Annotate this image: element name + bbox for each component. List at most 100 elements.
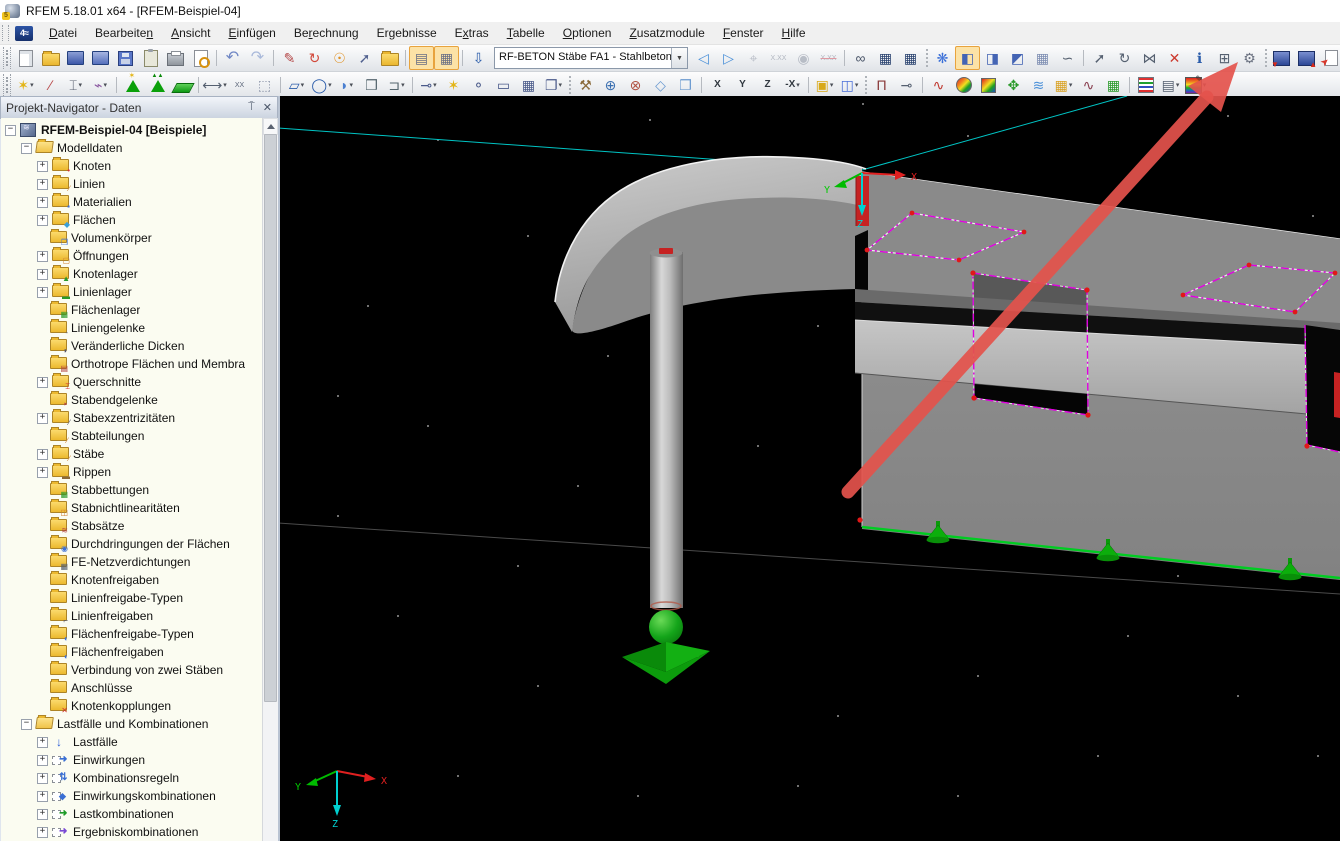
undo-button[interactable]: ↶ xyxy=(220,46,245,70)
zoom-view-button[interactable]: ☉ xyxy=(327,46,352,70)
edit-selection-button[interactable]: ✎ xyxy=(277,46,302,70)
info-button[interactable]: ℹ xyxy=(1187,46,1212,70)
tree-item-flächenfreigabe-typen[interactable]: ◖Flächenfreigabe-Typen xyxy=(1,625,262,643)
chevron-down-icon[interactable]: ▾ xyxy=(1203,81,1207,89)
chevron-down-icon[interactable]: ▾ xyxy=(349,81,353,89)
tree-item-kombinationsregeln[interactable]: +Kombinationsregeln xyxy=(1,769,262,787)
menu-zusatzmodule[interactable]: Zusatzmodule xyxy=(620,23,713,43)
program-settings-button[interactable]: ⚙ xyxy=(1237,46,1262,70)
view-z-button[interactable]: Z xyxy=(755,73,780,97)
result-values-button[interactable] xyxy=(766,46,791,70)
combo-dropdown-icon[interactable]: ▼ xyxy=(671,48,687,68)
menu-berechnung[interactable]: Berechnung xyxy=(285,23,368,43)
expand-icon[interactable]: + xyxy=(37,269,48,280)
surface-nurbs-button[interactable]: ◗▾ xyxy=(334,73,359,97)
tree-item-durchdringungen-der-flächen[interactable]: ◉Durchdringungen der Flächen xyxy=(1,535,262,553)
control-panel-b-button[interactable]: ▦ xyxy=(898,46,923,70)
member-results-button[interactable]: ∿ xyxy=(926,73,951,97)
tree-item-lastkombinationen[interactable]: +Lastkombinationen xyxy=(1,805,262,823)
lasso-select-button[interactable]: ∽ xyxy=(1055,46,1080,70)
menu-extras[interactable]: Extras xyxy=(446,23,498,43)
tree-item-öffnungen[interactable]: +▢Öffnungen xyxy=(1,247,262,265)
result-panels-button[interactable]: ▦▾ xyxy=(1051,73,1076,97)
clipboard-button[interactable] xyxy=(138,46,163,70)
menu-datei[interactable]: Datei xyxy=(40,23,86,43)
insert-line-button[interactable]: ∕ xyxy=(38,73,63,97)
expand-icon[interactable]: + xyxy=(37,197,48,208)
connect-members-button[interactable]: ⊸▾ xyxy=(416,73,441,97)
insert-member-button[interactable]: ⌶▾ xyxy=(63,73,88,97)
expand-icon[interactable]: + xyxy=(37,449,48,460)
zoom-out-button[interactable]: ⊗ xyxy=(623,73,648,97)
perspective-view-button[interactable]: ❒ xyxy=(673,73,698,97)
goto-table-button[interactable]: ⇩ xyxy=(466,46,491,70)
tree-item-stabnichtlinearitäten[interactable]: ◫Stabnichtlinearitäten xyxy=(1,499,262,517)
menu-hilfe[interactable]: Hilfe xyxy=(773,23,815,43)
delete-objects-button[interactable]: ✕ xyxy=(1162,46,1187,70)
chevron-down-icon[interactable]: ▾ xyxy=(1176,81,1180,89)
chevron-down-icon[interactable]: ▾ xyxy=(830,81,834,89)
solid-button[interactable]: ❒ xyxy=(359,73,384,97)
solid-results-button[interactable] xyxy=(976,73,1001,97)
smooth-results-button[interactable]: ≋ xyxy=(1026,73,1051,97)
tree-item-querschnitte[interactable]: +⌶Querschnitte xyxy=(1,373,262,391)
control-panel-a-button[interactable]: ▦ xyxy=(873,46,898,70)
chevron-down-icon[interactable]: ▾ xyxy=(103,81,107,89)
menu-ergebnisse[interactable]: Ergebnisse xyxy=(368,23,446,43)
tree-item-stabendgelenke[interactable]: ‣Stabendgelenke xyxy=(1,391,262,409)
regenerate-button[interactable]: ⊸ xyxy=(894,73,919,97)
mirror-copy-button[interactable]: ⋈ xyxy=(1137,46,1162,70)
menu-einfügen[interactable]: Einfügen xyxy=(219,23,284,43)
tree-item-verbindung-von-zwei-stäben[interactable]: Verbindung von zwei Stäben xyxy=(1,661,262,679)
member-by-nodes-button[interactable]: ▭ xyxy=(491,73,516,97)
new-model-button[interactable] xyxy=(13,46,38,70)
expand-icon[interactable]: + xyxy=(37,287,48,298)
calculation-info-button[interactable]: ⌖ xyxy=(741,46,766,70)
chevron-down-icon[interactable]: ▾ xyxy=(559,81,563,89)
chevron-down-icon[interactable]: ▾ xyxy=(855,81,859,89)
tree-item-veränderliche-dicken[interactable]: ◗Veränderliche Dicken xyxy=(1,337,262,355)
tree-item-lastfälle-und-kombinationen[interactable]: −Lastfälle und Kombinationen xyxy=(1,715,262,733)
tree-item-einwirkungskombinationen[interactable]: +Einwirkungskombinationen xyxy=(1,787,262,805)
menu-bearbeiten[interactable]: Bearbeiten xyxy=(86,23,162,43)
surface-by-nodes-button[interactable]: ▦ xyxy=(516,73,541,97)
tree-item-flächen[interactable]: +◆Flächen xyxy=(1,211,262,229)
chevron-down-icon[interactable]: ▾ xyxy=(78,81,82,89)
node-on-line-button[interactable]: ✶ xyxy=(441,73,466,97)
scroll-thumb[interactable] xyxy=(264,134,277,702)
module-combo[interactable]: RF-BETON Stäbe FA1 - Stahlbetonbeme▼ xyxy=(494,47,688,69)
nodal-support-button[interactable] xyxy=(120,73,145,97)
tree-item-knotenfreigaben[interactable]: Knotenfreigaben xyxy=(1,571,262,589)
expand-icon[interactable]: + xyxy=(37,773,48,784)
line-by-nodes-button[interactable]: ⚬ xyxy=(466,73,491,97)
workplane-xy-button[interactable]: ◧ xyxy=(955,46,980,70)
chevron-down-icon[interactable]: ▾ xyxy=(30,81,34,89)
expand-icon[interactable]: + xyxy=(37,179,48,190)
view-y-button[interactable]: Y xyxy=(730,73,755,97)
solid-type-button[interactable]: ⊐▾ xyxy=(384,73,409,97)
isometric-view-button[interactable]: ◇ xyxy=(648,73,673,97)
color-scale-button[interactable]: ▾ xyxy=(1183,73,1208,97)
menu-optionen[interactable]: Optionen xyxy=(554,23,621,43)
export-table-button[interactable] xyxy=(1269,46,1294,70)
result-table-button[interactable]: ▦ xyxy=(1101,73,1126,97)
expand-icon[interactable]: + xyxy=(37,467,48,478)
panel-button[interactable] xyxy=(1133,73,1158,97)
expand-icon[interactable]: + xyxy=(37,413,48,424)
tree-item-flächenlager[interactable]: ▦Flächenlager xyxy=(1,301,262,319)
redo-button[interactable]: ↷ xyxy=(245,46,270,70)
special-selection-button[interactable]: ▣▾ xyxy=(812,73,837,97)
surface-results-button[interactable] xyxy=(951,73,976,97)
hide-values-button[interactable] xyxy=(816,46,841,70)
display-navigator-button[interactable]: ▤▾ xyxy=(1158,73,1183,97)
fe-mesh-button[interactable]: ❋ xyxy=(930,46,955,70)
pointer-mode-button[interactable]: ➚ xyxy=(352,46,377,70)
scroll-up-icon[interactable] xyxy=(263,118,278,135)
mesh-refinement-button[interactable]: ▦ xyxy=(1030,46,1055,70)
tree-item-ergebniskombinationen[interactable]: +Ergebniskombinationen xyxy=(1,823,262,841)
chevron-down-icon[interactable]: ▾ xyxy=(796,81,800,89)
chevron-down-icon[interactable]: ▾ xyxy=(401,81,405,89)
show-tables-button[interactable]: ▤ xyxy=(409,46,434,70)
print-preview-button[interactable] xyxy=(188,46,213,70)
dimension-button[interactable]: ⟷▾ xyxy=(202,73,227,97)
